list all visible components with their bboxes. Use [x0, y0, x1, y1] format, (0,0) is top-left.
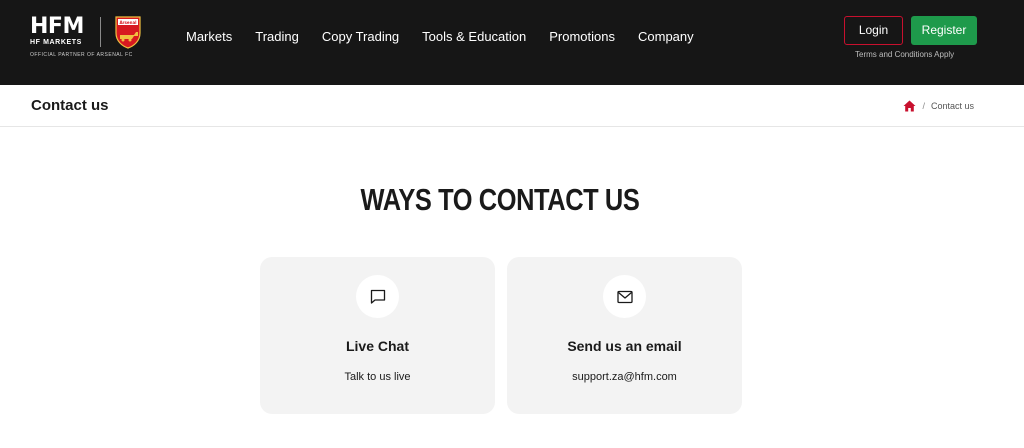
- main-nav: Markets Trading Copy Trading Tools & Edu…: [186, 29, 717, 45]
- email-card[interactable]: Send us an email support.za@hfm.com: [507, 257, 742, 414]
- top-navigation-bar: HFM HF MARKETS Arsenal OFFICIAL PARTNER …: [0, 0, 1024, 85]
- nav-item-markets[interactable]: Markets: [186, 29, 232, 45]
- card-subtitle: Talk to us live: [344, 371, 411, 383]
- nav-item-copy-trading[interactable]: Copy Trading: [322, 29, 399, 45]
- breadcrumb-separator: /: [922, 101, 925, 111]
- register-button[interactable]: Register: [911, 16, 977, 45]
- envelope-icon: [616, 290, 633, 303]
- breadcrumb: / Contact us: [903, 100, 974, 112]
- nav-item-trading[interactable]: Trading: [255, 29, 299, 45]
- arsenal-crest-icon: Arsenal: [115, 16, 141, 49]
- page-header: Contact us / Contact us: [0, 85, 1024, 127]
- terms-link[interactable]: Terms and Conditions Apply: [855, 50, 954, 59]
- partner-text: OFFICIAL PARTNER OF ARSENAL FC: [30, 52, 133, 58]
- login-button[interactable]: Login: [844, 16, 903, 45]
- nav-item-company[interactable]: Company: [638, 29, 694, 45]
- logo-subtext: HF MARKETS: [30, 39, 82, 46]
- nav-item-promotions[interactable]: Promotions: [549, 29, 615, 45]
- svg-text:Arsenal: Arsenal: [119, 20, 137, 25]
- card-icon-circle: [356, 275, 399, 318]
- live-chat-card[interactable]: Live Chat Talk to us live: [260, 257, 495, 414]
- breadcrumb-current: Contact us: [930, 101, 974, 111]
- support-email-link[interactable]: support.za@hfm.com: [507, 371, 742, 383]
- nav-item-tools-education[interactable]: Tools & Education: [422, 29, 526, 45]
- home-icon[interactable]: [903, 100, 916, 112]
- section-heading: WAYS TO CONTACT US: [360, 182, 640, 217]
- hfm-logo[interactable]: HFM HF MARKETS Arsenal OFFICIAL PARTNER …: [30, 15, 150, 65]
- logo-text: HFM: [30, 14, 84, 39]
- card-title: Live Chat: [345, 338, 409, 354]
- page-title: Contact us: [31, 97, 109, 114]
- card-title: Send us an email: [567, 338, 682, 354]
- card-icon-circle: [603, 275, 646, 318]
- chat-bubble-icon: [370, 289, 385, 304]
- logo-divider: [100, 17, 101, 47]
